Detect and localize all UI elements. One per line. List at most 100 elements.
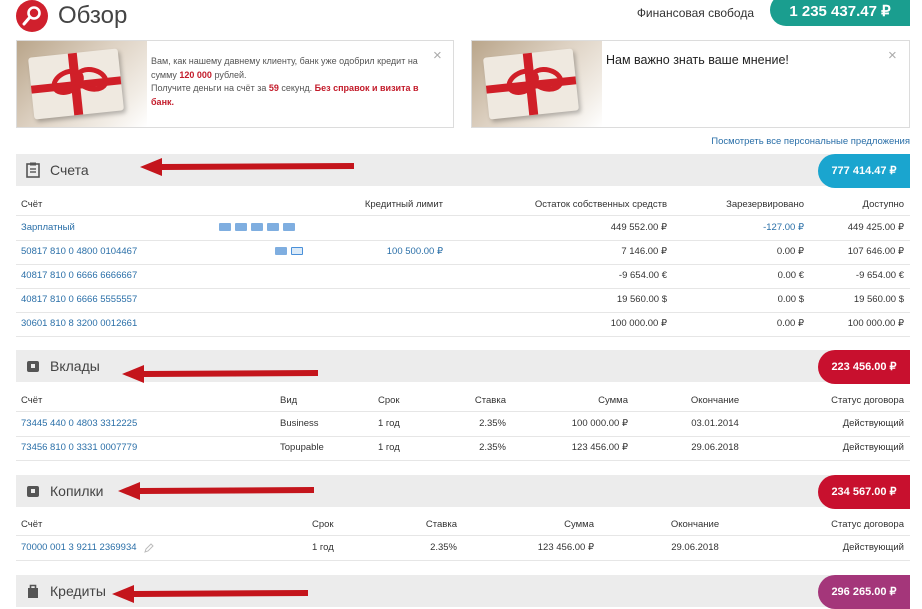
clipboard-icon [26,162,40,178]
deposits-col-account: Счёт [21,395,43,406]
accounts-col-balance: Остаток собственных средств [534,199,667,210]
close-icon[interactable]: × [433,47,442,64]
savings-col-rate: Ставка [425,519,457,530]
account-reserved[interactable]: -127.00 ₽ [684,222,804,233]
table-row[interactable]: 40817 810 0 6666 5555557 19 560.00 $ 0.0… [16,288,910,313]
account-balance: 100 000.00 ₽ [610,318,667,329]
deposits-col-end: Окончание [690,395,740,406]
card-icon [219,223,231,231]
card-icon [251,223,263,231]
account-balance: -9 654.00 € [618,270,667,281]
all-offers-link[interactable]: Посмотреть все персональные предложения [711,136,910,147]
financial-freedom-label: Финансовая свобода [636,6,754,20]
savings-col-status: Статус договора [831,519,904,530]
account-link[interactable]: 40817 810 0 6666 5555557 [21,294,137,305]
deposit-link[interactable]: 73456 810 0 3331 0007779 [21,442,137,453]
account-available: 19 560.00 $ [853,294,904,305]
deposit-link[interactable]: 73445 440 0 4803 3312225 [21,418,137,429]
deposit-sum: 100 000.00 ₽ [571,418,628,429]
deposit-status: Действующий [842,418,904,429]
deposits-total[interactable]: 223 456.00 ₽ [818,350,910,384]
table-row[interactable]: Зарплатный 449 552.00 ₽ -127.00 ₽ 449 42… [16,216,910,241]
deposit-type: Business [280,418,319,429]
accounts-col-available: Доступно [862,199,904,210]
account-balance: 19 560.00 $ [616,294,667,305]
deposits-title: Вклады [50,358,100,374]
credit-offer-text: Вам, как нашему давнему клиенту, банк уж… [151,56,419,107]
deposit-end: 29.06.2018 [691,442,739,453]
financial-freedom-total[interactable]: 1 235 437.47 ₽ [770,0,910,26]
account-link[interactable]: 30601 810 8 3200 0012661 [21,318,137,329]
red-arrow-icon [118,482,314,500]
credit-seconds: 59 [268,83,279,93]
account-link[interactable]: Зарплатный [21,222,75,233]
card-icon [291,247,303,255]
accounts-title: Счета [50,162,89,178]
account-reserved: 0.00 ₽ [776,318,804,329]
savings-title: Копилки [50,483,104,499]
gift-image [17,41,147,127]
account-limit[interactable]: 100 500.00 ₽ [343,246,443,257]
credit-amount: 120 000 [179,69,212,80]
card-icon [235,223,247,231]
gift-image [472,41,602,127]
savings-sum: 123 456.00 ₽ [537,542,594,553]
table-row[interactable]: 70000 001 3 9211 2369934 1 год 2.35% 123… [16,536,910,561]
savings-col-end: Окончание [670,519,720,530]
deposit-term: 1 год [378,418,400,429]
card-icon [267,223,279,231]
account-available: -9 654.00 € [855,270,904,281]
accounts-col-account: Счёт [21,199,43,210]
card-icon [283,223,295,231]
card-icons [275,247,303,255]
deposits-col-status: Статус договора [831,395,904,406]
accounts-total[interactable]: 777 414.47 ₽ [818,154,910,188]
account-link[interactable]: 50817 810 0 4800 0104467 [21,246,137,257]
deposits-col-sum: Сумма [598,395,628,406]
savings-col-sum: Сумма [564,519,594,530]
account-reserved: 0.00 ₽ [776,246,804,257]
savings-col-term: Срок [312,519,334,530]
savings-end: 29.06.2018 [671,542,719,553]
red-arrow-icon [122,365,318,383]
red-arrow-icon [112,585,308,603]
account-reserved: 0.00 € [777,270,804,281]
savings-term: 1 год [312,542,334,553]
deposits-col-rate: Ставка [474,395,506,406]
savings-status: Действующий [842,542,904,553]
feedback-banner[interactable]: Нам важно знать ваше мнение! × [471,40,910,128]
table-row[interactable]: 73456 810 0 3331 0007779 Topupable 1 год… [16,436,910,461]
savings-rate: 2.35% [430,542,457,553]
account-available: 107 646.00 ₽ [847,246,904,257]
bag-icon [28,584,38,598]
savings-col-account: Счёт [21,519,43,530]
deposits-col-term: Срок [378,395,400,406]
credits-total[interactable]: 296 265.00 ₽ [818,575,910,609]
account-link[interactable]: 40817 810 0 6666 6666667 [21,270,137,281]
table-row[interactable]: 40817 810 0 6666 6666667 -9 654.00 € 0.0… [16,264,910,289]
deposit-term: 1 год [378,442,400,453]
credits-title: Кредиты [50,583,106,599]
red-arrow-icon [140,158,354,176]
accounts-col-limit: Кредитный лимит [364,199,443,210]
table-row[interactable]: 73445 440 0 4803 3312225 Business 1 год … [16,412,910,437]
savings-total[interactable]: 234 567.00 ₽ [818,475,910,509]
deposit-rate: 2.35% [479,418,506,429]
piggy-icon [27,486,39,497]
table-row[interactable]: 30601 810 8 3200 0012661 100 000.00 ₽ 0.… [16,312,910,337]
account-reserved: 0.00 $ [777,294,804,305]
deposits-col-type: Вид [280,395,298,406]
table-row[interactable]: 50817 810 0 4800 0104467 100 500.00 ₽ 7 … [16,240,910,265]
account-available: 449 425.00 ₽ [847,222,904,233]
card-icons [219,223,295,231]
credit-offer-banner[interactable]: Вам, как нашему давнему клиенту, банк уж… [16,40,454,128]
edit-icon[interactable] [144,543,154,553]
bank-logo[interactable] [16,0,48,32]
deposit-end: 03.01.2014 [691,418,739,429]
account-balance: 449 552.00 ₽ [610,222,667,233]
close-icon[interactable]: × [888,47,897,64]
savings-link[interactable]: 70000 001 3 9211 2369934 [21,542,137,553]
card-icon [275,247,287,255]
piggy-icon [27,361,39,372]
deposit-type: Topupable [280,442,324,453]
